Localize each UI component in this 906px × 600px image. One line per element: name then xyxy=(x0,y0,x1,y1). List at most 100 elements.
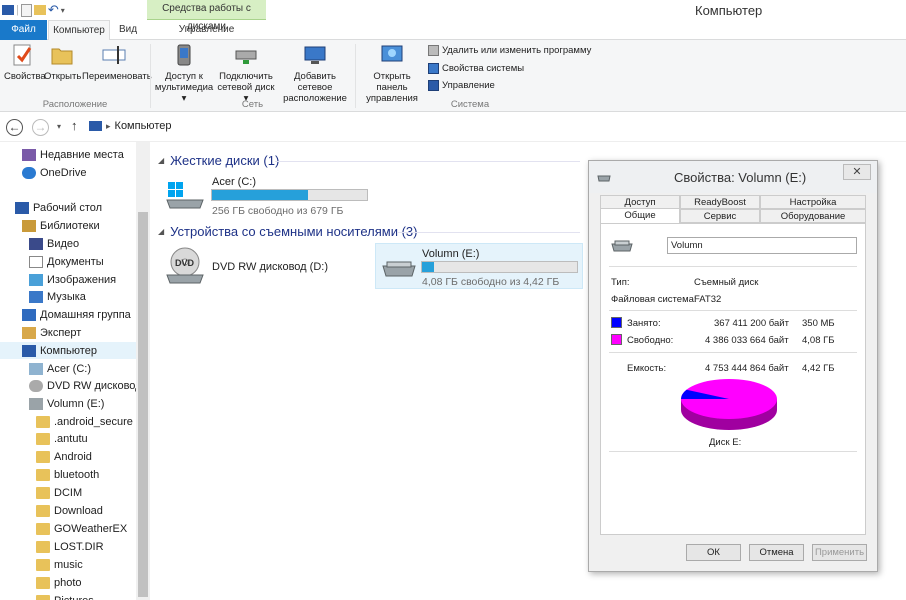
user-icon xyxy=(22,326,36,339)
tab-customize[interactable]: Настройка xyxy=(760,195,866,209)
removable-drive-icon xyxy=(611,240,633,252)
video-icon xyxy=(29,237,43,250)
tab-view[interactable]: Вид xyxy=(112,20,144,40)
drive-tile-c[interactable]: Acer (C:) 256 ГБ свободно из 679 ГБ xyxy=(165,172,375,218)
nav-item-label: .antutu xyxy=(54,433,88,446)
nav-item[interactable]: photo xyxy=(0,574,136,591)
divider xyxy=(275,161,580,162)
address-bar: ← → ▾ ↑ ▸ Компьютер xyxy=(0,112,906,142)
nav-item[interactable]: Pictures xyxy=(0,592,136,600)
desktop-icon xyxy=(15,201,29,214)
disk-label: Диск E: xyxy=(709,437,742,448)
nav-item[interactable]: .android_secure xyxy=(0,413,136,430)
apply-button[interactable]: Применить xyxy=(812,544,867,561)
nav-item[interactable]: Библиотеки xyxy=(0,217,136,234)
nav-item[interactable]: Acer (C:) xyxy=(0,360,136,377)
up-button[interactable]: ↑ xyxy=(71,118,78,133)
group-removable-label: Устройства со съемными носителями (3) xyxy=(170,224,418,239)
add-network-location-button[interactable]: Добавить сетевое расположение xyxy=(277,42,353,104)
tab-manage[interactable]: Управление xyxy=(147,20,266,40)
used-size: 350 МБ xyxy=(802,318,835,329)
computer-icon xyxy=(22,344,36,357)
nav-item-label: Недавние места xyxy=(40,148,124,161)
nav-item[interactable]: Видео xyxy=(0,235,136,252)
uninstall-program-button[interactable]: Удалить или изменить программу xyxy=(428,45,591,56)
open-icon xyxy=(51,48,73,65)
group-hard-drives[interactable]: ◢ Жесткие диски (1) xyxy=(158,153,279,168)
system-properties-button[interactable]: Свойства системы xyxy=(428,63,524,74)
close-button[interactable]: ✕ xyxy=(843,164,871,180)
new-folder-icon[interactable] xyxy=(33,5,46,15)
disk-usage-pie xyxy=(681,379,777,430)
nav-item[interactable]: Домашняя группа xyxy=(0,306,136,323)
tab-hardware[interactable]: Оборудование xyxy=(760,209,866,223)
cancel-button[interactable]: Отмена xyxy=(749,544,804,561)
win-icon xyxy=(29,362,43,375)
nav-item[interactable]: Эксперт xyxy=(0,324,136,341)
nav-item[interactable]: DVD RW дисковод ( xyxy=(0,377,148,394)
drive-e-free: 4,08 ГБ свободно из 4,42 ГБ xyxy=(422,276,560,288)
chevron-down-icon[interactable]: ▾ xyxy=(61,6,65,15)
tab-general[interactable]: Общие xyxy=(600,208,680,224)
dialog-title-bar[interactable]: Свойства: Volumn (E:) ✕ xyxy=(589,161,877,193)
nav-item[interactable]: Android xyxy=(0,449,136,466)
svg-text:DVD: DVD xyxy=(175,258,195,268)
nav-scrollbar[interactable] xyxy=(136,142,150,600)
nav-item[interactable]: DCIM xyxy=(0,485,136,502)
drive-tile-d[interactable]: DVD DVD RW дисковод (D:) xyxy=(165,244,365,290)
nav-item[interactable]: Компьютер xyxy=(0,342,136,359)
properties-icon[interactable] xyxy=(20,3,32,17)
address-path[interactable]: ▸ Компьютер xyxy=(89,120,171,132)
nav-item[interactable]: .antutu xyxy=(0,431,136,448)
ok-button[interactable]: ОК xyxy=(686,544,741,561)
free-bytes: 4 386 033 664 байт xyxy=(705,335,789,346)
context-tab-disk-tools: Средства работы с дисками xyxy=(147,0,266,32)
rename-button[interactable]: Переименовать xyxy=(82,42,152,82)
group-network-label: Сеть xyxy=(241,99,264,110)
nav-item[interactable]: bluetooth xyxy=(0,467,136,484)
nav-item[interactable]: Недавние места xyxy=(0,146,136,163)
nav-item[interactable]: Изображения xyxy=(0,271,136,288)
nav-item[interactable]: Download xyxy=(0,503,136,520)
nav-item[interactable]: music xyxy=(0,556,136,573)
used-color-swatch xyxy=(611,317,622,328)
undo-icon[interactable]: ↶ xyxy=(48,2,59,18)
tab-tools[interactable]: Сервис xyxy=(680,209,760,223)
computer-icon xyxy=(89,121,102,131)
tab-sharing[interactable]: Доступ xyxy=(600,195,680,209)
windows-drive-icon xyxy=(166,182,204,209)
drive-tile-e[interactable]: Volumn (E:) 4,08 ГБ свободно из 4,42 ГБ xyxy=(375,243,583,289)
nav-item[interactable]: Volumn (E:) xyxy=(0,395,136,412)
manage-label: Управление xyxy=(442,80,495,91)
nav-item[interactable]: LOST.DIR xyxy=(0,538,136,555)
tab-readyboost[interactable]: ReadyBoost xyxy=(680,195,760,209)
back-button[interactable]: ← xyxy=(6,119,23,136)
folder-icon xyxy=(36,558,50,571)
tab-file[interactable]: Файл xyxy=(0,20,47,40)
nav-item[interactable]: OneDrive xyxy=(0,164,136,181)
media-access-button[interactable]: Доступ к мультимедиа ▾ xyxy=(153,42,215,104)
nav-item[interactable]: Рабочий стол xyxy=(0,199,136,216)
properties-button[interactable]: Свойства xyxy=(4,42,46,82)
navigation-pane: Недавние места OneDrive Рабочий стол Библио… xyxy=(0,142,150,600)
breadcrumb-computer[interactable]: Компьютер xyxy=(115,120,172,132)
tab-computer[interactable]: Компьютер xyxy=(48,20,110,41)
nav-item-label: Рабочий стол xyxy=(33,201,103,214)
filesystem-label: Файловая система: xyxy=(611,294,697,305)
nav-item-label: .android_secure xyxy=(54,415,133,428)
drive-c-free: 256 ГБ свободно из 679 ГБ xyxy=(212,205,344,217)
nav-item-label: Домашняя группа xyxy=(40,308,131,321)
open-button[interactable]: Открыть xyxy=(44,42,81,82)
recent-locations-chevron-icon[interactable]: ▾ xyxy=(57,122,61,131)
nav-item[interactable]: GOWeatherEX xyxy=(0,520,136,537)
nav-item[interactable]: Музыка xyxy=(0,288,136,305)
volume-name-input[interactable]: Volumn xyxy=(667,237,857,254)
group-removable[interactable]: ◢ Устройства со съемными носителями (3) xyxy=(158,224,418,239)
map-drive-button[interactable]: Подключить сетевой диск ▾ xyxy=(216,42,276,104)
nav-scrollbar-thumb[interactable] xyxy=(138,212,148,597)
nav-item[interactable]: Документы xyxy=(0,253,136,270)
general-panel: Volumn Тип: Съемный диск Файловая систем… xyxy=(600,223,866,535)
forward-button[interactable]: → xyxy=(32,119,49,136)
control-panel-button[interactable]: Открыть панель управления xyxy=(358,42,426,104)
manage-button[interactable]: Управление xyxy=(428,80,495,91)
